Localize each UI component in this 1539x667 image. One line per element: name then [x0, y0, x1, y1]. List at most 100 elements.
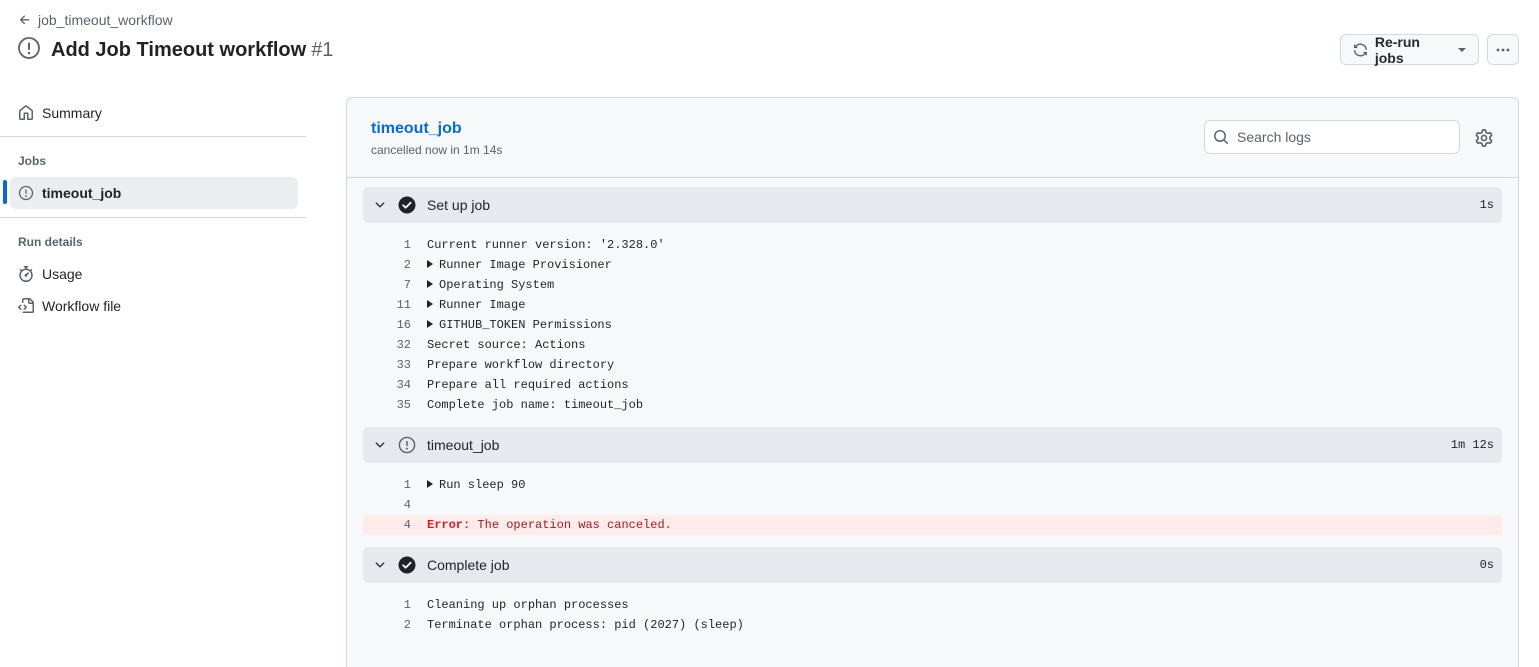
- rerun-jobs-button[interactable]: Re-run jobs: [1340, 33, 1479, 66]
- step-name: timeout_job: [427, 437, 500, 453]
- log-header: timeout_job cancelled now in 1m 14s: [347, 98, 1518, 178]
- step-complete-job: Complete job 0s 1 Cleaning up orphan proc…: [363, 547, 1502, 635]
- triangle-right-icon: [427, 320, 433, 328]
- page-title-row: Add Job Timeout workflow #1: [17, 36, 333, 65]
- log-line: 1 Cleaning up orphan processes: [363, 595, 1502, 615]
- step-log-lines: 1 Cleaning up orphan processes 2 Terminate…: [363, 583, 1502, 635]
- log-group-text: Run sleep 90: [427, 475, 525, 495]
- sidebar-item-label: Workflow file: [42, 298, 122, 314]
- job-log-panel: timeout_job cancelled now in 1m 14s Set …: [346, 97, 1519, 667]
- job-status-text: cancelled now in 1m 14s: [371, 143, 503, 157]
- sync-icon: [1353, 43, 1367, 56]
- sidebar-item-usage[interactable]: Usage: [10, 258, 298, 290]
- log-text: Prepare workflow directory: [427, 358, 615, 372]
- check-circle-fill-icon: [398, 196, 416, 214]
- log-text: Terminate orphan process: pid (2027) (sl…: [427, 618, 744, 632]
- rerun-jobs-label: Re-run jobs: [1374, 33, 1420, 66]
- chevron-down-icon: [375, 442, 385, 448]
- log-line: 32 Secret source: Actions: [363, 335, 1502, 355]
- gear-icon[interactable]: [1475, 129, 1493, 147]
- step-timeout-job: timeout_job 1m 12s 1 Run sleep 90 4 4 Erro…: [363, 427, 1502, 535]
- sidebar-item-workflow-file[interactable]: Workflow file: [10, 290, 298, 322]
- more-options-button[interactable]: [1487, 34, 1519, 65]
- log-text: The operation was canceled.: [470, 518, 672, 532]
- log-line[interactable]: 2 Runner Image Provisioner: [363, 255, 1502, 275]
- line-number[interactable]: 11: [363, 295, 411, 315]
- error-log-line: 4 Error: The operation was canceled.: [363, 515, 1502, 535]
- sidebar-item-label: Usage: [42, 266, 83, 282]
- log-line: 34 Prepare all required actions: [363, 375, 1502, 395]
- home-icon: [19, 105, 33, 120]
- log-text: GITHUB_TOKEN Permissions: [439, 318, 612, 332]
- line-number[interactable]: 33: [363, 355, 411, 375]
- line-number[interactable]: 34: [363, 375, 411, 395]
- log-group-text: Runner Image Provisioner: [427, 255, 612, 275]
- line-number[interactable]: 16: [363, 315, 411, 335]
- line-number[interactable]: 1: [363, 235, 411, 255]
- log-line: 4: [363, 495, 1502, 515]
- step-duration: 0s: [1479, 558, 1494, 572]
- step-duration: 1s: [1479, 198, 1494, 212]
- log-line: 33 Prepare workflow directory: [363, 355, 1502, 375]
- step-set-up-job: Set up job 1s 1 Current runner version: '…: [363, 187, 1502, 415]
- log-line[interactable]: 1 Run sleep 90: [363, 475, 1502, 495]
- error-label: Error:: [427, 518, 471, 532]
- log-text: Operating System: [439, 278, 555, 292]
- step-duration: 1m 12s: [1450, 438, 1494, 452]
- run-details-heading: Run details: [18, 235, 83, 249]
- search-logs-input[interactable]: [1237, 129, 1437, 145]
- line-number[interactable]: 4: [363, 495, 411, 515]
- line-number[interactable]: 4: [363, 515, 411, 535]
- error-message: Error: The operation was canceled.: [427, 515, 672, 535]
- stopwatch-icon: [19, 266, 33, 282]
- log-text: Runner Image: [439, 298, 526, 312]
- line-number[interactable]: 7: [363, 275, 411, 295]
- cancelled-icon: [398, 436, 416, 454]
- line-number[interactable]: 1: [363, 475, 411, 495]
- line-number[interactable]: 32: [363, 335, 411, 355]
- check-circle-fill-icon: [398, 556, 416, 574]
- log-text: Prepare all required actions: [427, 378, 629, 392]
- run-number: #1: [311, 39, 334, 61]
- sidebar-divider: [0, 136, 306, 137]
- chevron-down-icon: [375, 202, 385, 208]
- file-code-icon: [18, 298, 34, 313]
- search-logs-box: [1204, 120, 1460, 154]
- job-name-link[interactable]: timeout_job: [371, 120, 462, 138]
- step-name: Set up job: [427, 197, 491, 213]
- sidebar-item-timeout-job[interactable]: timeout_job: [10, 177, 298, 209]
- log-line: 35 Complete job name: timeout_job: [363, 395, 1502, 415]
- log-line[interactable]: 16 GITHUB_TOKEN Permissions: [363, 315, 1502, 335]
- line-number[interactable]: 2: [363, 615, 411, 635]
- triangle-right-icon: [427, 260, 433, 268]
- cancelled-status-icon: [17, 36, 41, 65]
- line-number[interactable]: 2: [363, 255, 411, 275]
- jobs-heading: Jobs: [18, 154, 47, 168]
- log-line[interactable]: 11 Runner Image: [363, 295, 1502, 315]
- log-text: Run sleep 90: [439, 478, 526, 492]
- log-text: Runner Image Provisioner: [439, 258, 612, 272]
- step-header[interactable]: Complete job 0s: [363, 547, 1502, 583]
- step-header[interactable]: Set up job 1s: [363, 187, 1502, 223]
- page-title-text: Add Job Timeout workflow: [51, 39, 307, 61]
- log-line[interactable]: 7 Operating System: [363, 275, 1502, 295]
- step-name: Complete job: [427, 557, 510, 573]
- sidebar-item-label: Summary: [42, 105, 102, 121]
- line-number[interactable]: 1: [363, 595, 411, 615]
- triangle-right-icon: [427, 280, 433, 288]
- step-header[interactable]: timeout_job 1m 12s: [363, 427, 1502, 463]
- step-log-lines: 1 Current runner version: '2.328.0' 2 Runn…: [363, 223, 1502, 415]
- triangle-right-icon: [427, 480, 433, 488]
- log-text: Secret source: Actions: [427, 338, 586, 352]
- log-text: Cleaning up orphan processes: [427, 598, 629, 612]
- sidebar-item-summary[interactable]: Summary: [10, 97, 298, 129]
- back-link[interactable]: job_timeout_workflow: [18, 12, 173, 28]
- arrow-left-icon: [19, 15, 30, 25]
- active-indicator: [3, 180, 7, 204]
- back-link-label: job_timeout_workflow: [38, 12, 173, 28]
- step-log-lines: 1 Run sleep 90 4 4 Error: The operation wa…: [363, 463, 1502, 535]
- line-number[interactable]: 35: [363, 395, 411, 415]
- triangle-right-icon: [427, 300, 433, 308]
- log-group-text: GITHUB_TOKEN Permissions: [427, 315, 612, 335]
- sidebar-item-label: timeout_job: [42, 185, 122, 201]
